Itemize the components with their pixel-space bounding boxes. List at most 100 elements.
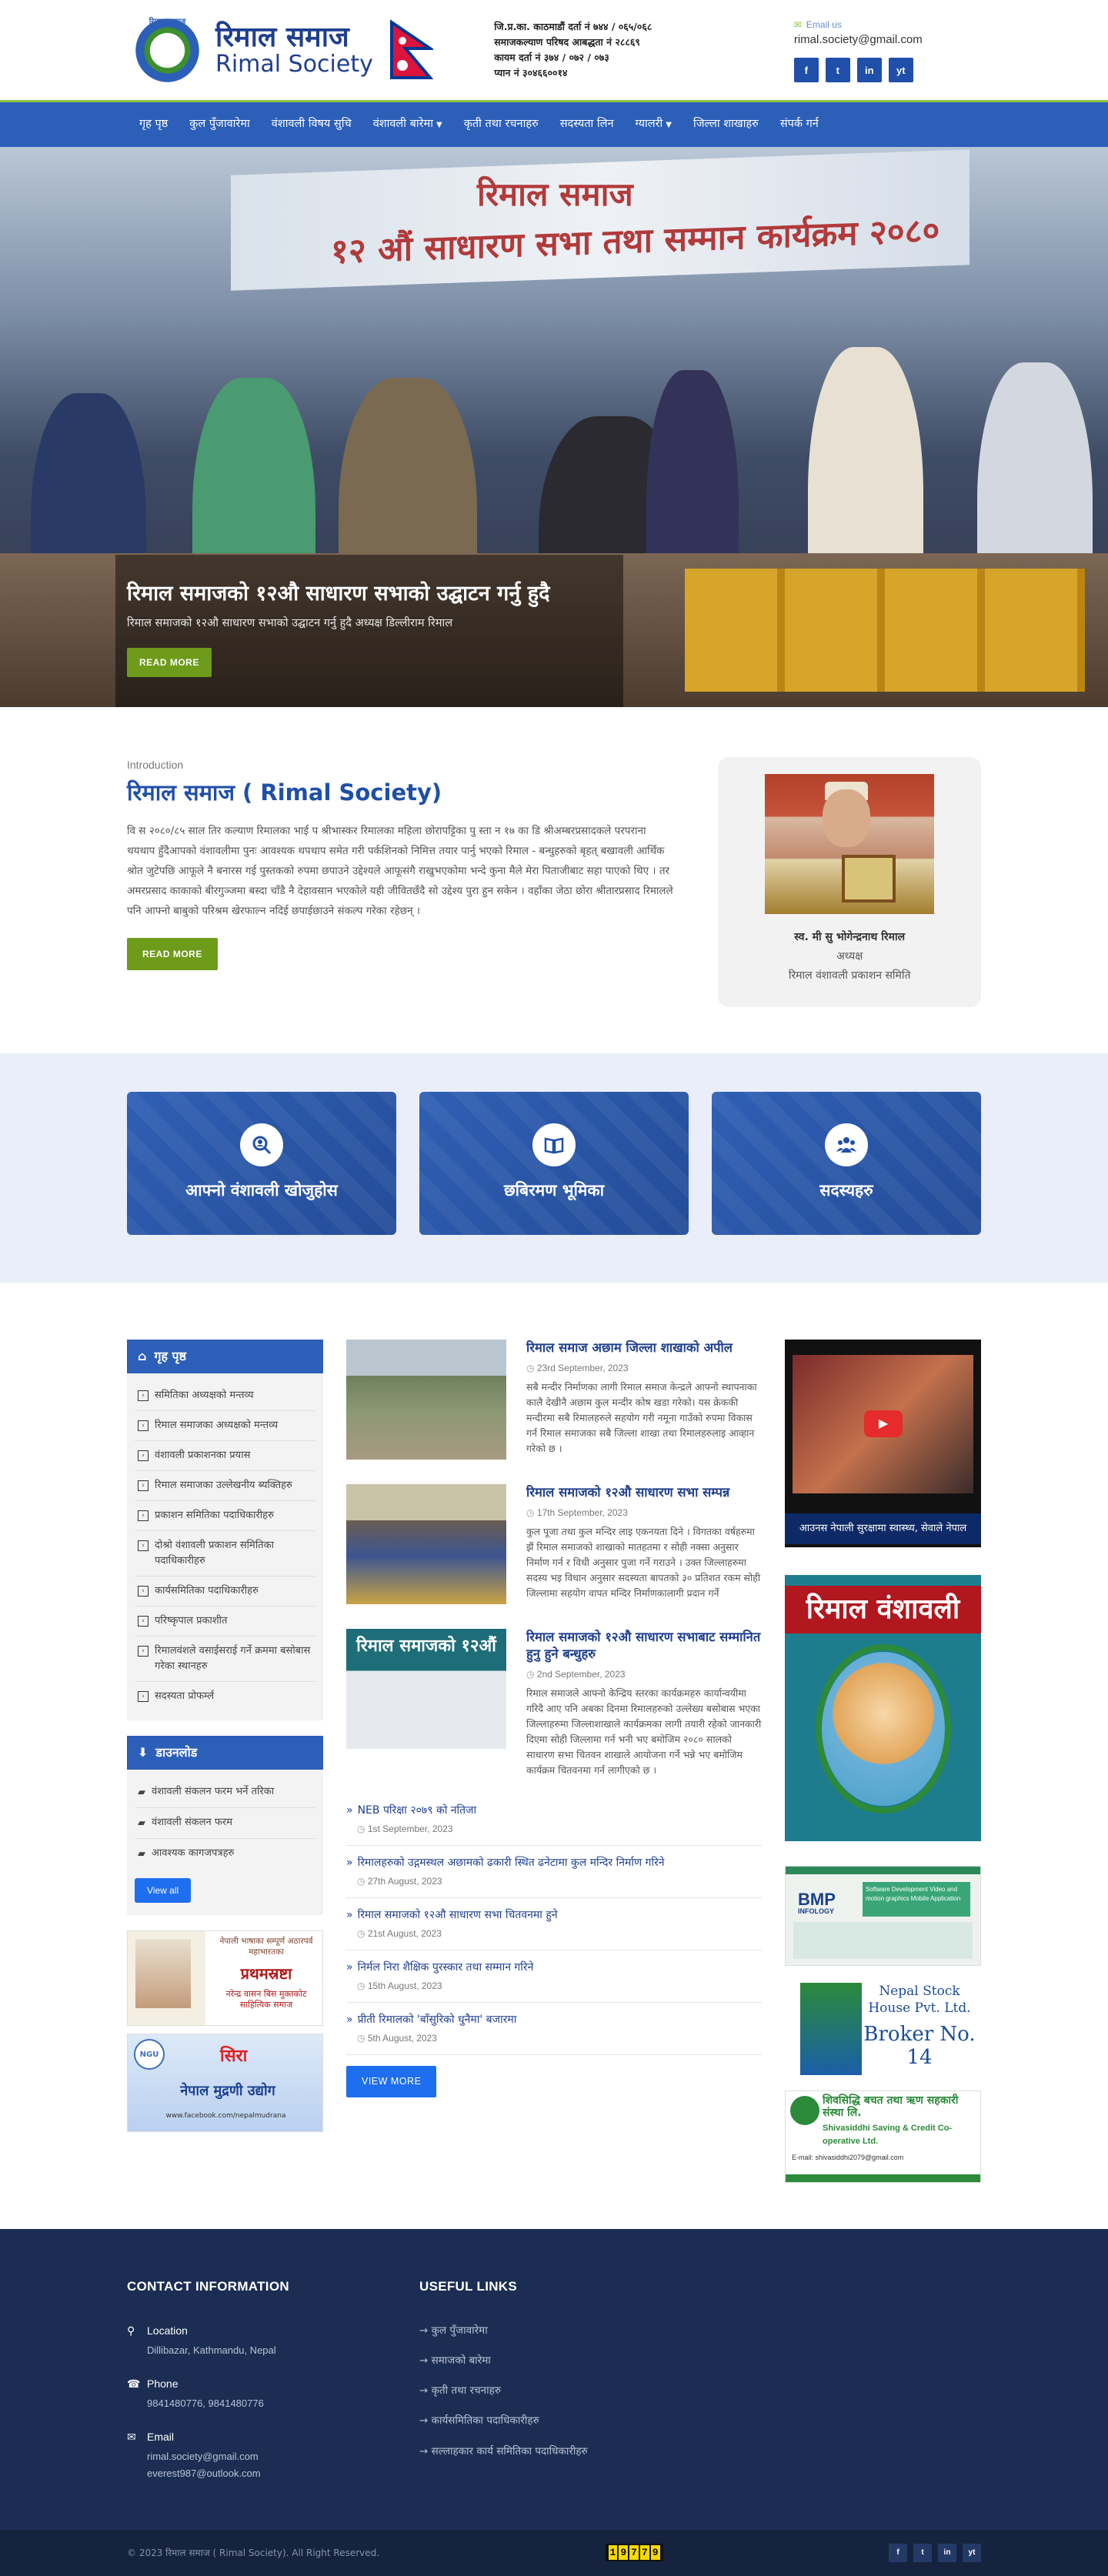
envelope-icon: ✉ <box>793 18 802 30</box>
sidebar-link-label: सदस्यता प्रोफर्म्ल <box>155 1690 215 1702</box>
left-sidebar: ⌂ गृह पृष्ठ › समितिका अध्यक्षको मन्तव्य › रि… <box>127 1340 323 2198</box>
visitor-counter: 19779 <box>605 2543 663 2562</box>
footer-link[interactable]: कृती तथा रचनाहरु <box>419 2383 712 2398</box>
advert-bmp-infology[interactable]: BMP INFOLOGY Software Development Video … <box>785 1866 981 1966</box>
news-post-title[interactable]: रिमाल समाजको १२औ साधारण सभा सम्पन्न <box>526 1485 729 1500</box>
chevron-down-icon: ▼ <box>666 120 672 129</box>
nav-item-kul-puja[interactable]: कुल पुँजावारेमा <box>179 102 261 147</box>
sidebar-link[interactable]: › रिमाल समाजका अध्यक्षको मन्तव्य <box>135 1411 315 1441</box>
advert-title: Shivasiddhi Saving & Credit Co-operative… <box>823 2124 953 2146</box>
logo-text-en: Rimal Society <box>215 51 373 78</box>
twitter-icon[interactable]: t <box>913 2543 932 2562</box>
chevron-right-icon: › <box>138 1691 149 1702</box>
hero-read-more-button[interactable]: READ MORE <box>127 648 212 678</box>
sidebar-link[interactable]: › वंशावली प्रकाशनका प्रयास <box>135 1441 315 1471</box>
footer-link[interactable]: सल्लाहकार कार्य समितिका पदाधिकारीहरु <box>419 2444 712 2459</box>
twitter-icon[interactable]: t <box>825 58 850 83</box>
site-logo[interactable]: रिमाल समाज रिमाल समाज Rimal Society <box>127 9 479 91</box>
news-list-title[interactable]: निर्मल निरा शैक्षिक पुरस्कार तथा सम्मान … <box>346 1960 762 1976</box>
sidebar-link[interactable]: › रिमालवंशले वसाईसराई गर्ने क्रममा बसोबास… <box>135 1637 315 1682</box>
news-list-title[interactable]: रिमालहरुको उद्गमस्थल अछामको ढकारी स्थित … <box>346 1855 762 1871</box>
nav-item-about-vanshawali[interactable]: वंशावली बारेमा ▼ <box>362 102 453 147</box>
news-post-title[interactable]: रिमाल समाजको १२औ साधारण सभाबाट सम्मानित … <box>526 1630 760 1661</box>
footer-phone: 9841480776, 9841480776 <box>147 2397 264 2409</box>
site-header: रिमाल समाज रिमाल समाज Rimal Society जि.प… <box>0 0 1108 147</box>
download-link[interactable]: ▰ आवश्यक कागजपत्रहरु <box>135 1839 315 1869</box>
book-cover-vanshawali[interactable]: रिमाल वंशावली <box>785 1575 981 1841</box>
nav-item-vanshawali-index[interactable]: वंशावली विषय सुचि <box>261 102 362 147</box>
advert-mahabharat[interactable]: नेपाली भाषाका सम्पूर्ण अठारपर्व महाभारतक… <box>127 1930 323 2026</box>
sidebar-link[interactable]: › समितिका अध्यक्षको मन्तव्य <box>135 1381 315 1411</box>
feature-section: आफ्नो वंशावली खोजुहोस छबिरमण भूमिका सदस्… <box>0 1053 1108 1283</box>
download-link[interactable]: ▰ वंशावली संकलन फरम भर्ने तरिका <box>135 1777 315 1808</box>
news-list-title[interactable]: NEB परिक्षा २०७९ को नतिजा <box>346 1803 762 1819</box>
facebook-icon[interactable]: f <box>889 2543 907 2562</box>
nav-item-membership[interactable]: सदस्यता लिन <box>549 102 625 147</box>
nav-item-contact[interactable]: संपर्क गर्न <box>769 102 829 147</box>
news-thumbnail[interactable] <box>346 1340 506 1460</box>
linkedin-icon[interactable]: in <box>856 58 882 83</box>
facebook-icon[interactable]: f <box>793 58 819 83</box>
chairman-name: स्व. मी सु भोगेन्द्रनाथ रिमाल <box>794 931 906 943</box>
video-embed[interactable]: ▶ आउनस नेपाली सुरक्षामा स्वास्थ्य, सेवाल… <box>785 1340 981 1547</box>
view-more-button[interactable]: VIEW MORE <box>346 2066 437 2097</box>
download-view-all-button[interactable]: View all <box>135 1878 192 1903</box>
news-thumbnail[interactable]: रिमाल समाजको १२औं <box>346 1629 506 1749</box>
nav-item-district-branches[interactable]: जिल्ला शाखाहरु <box>682 102 769 147</box>
header-email-link[interactable]: rimal.society@gmail.com <box>794 33 923 46</box>
feature-card-introduction[interactable]: छबिरमण भूमिका <box>419 1092 689 1235</box>
sidebar-link[interactable]: › प्रकाशन समितिका पदाधिकारीहरु <box>135 1501 315 1531</box>
feature-card-members[interactable]: सदस्यहरु <box>712 1092 981 1235</box>
linkedin-icon[interactable]: in <box>938 2543 956 2562</box>
intro-title: रिमाल समाज ( Rimal Society) <box>127 779 442 806</box>
youtube-icon[interactable]: yt <box>963 2543 981 2562</box>
intro-eyebrow: Introduction <box>127 759 184 771</box>
footer-link[interactable]: कुल पुँजावारेमा <box>419 2323 712 2338</box>
nav-item-gallery[interactable]: ग्यालरी ▼ <box>625 102 682 147</box>
advert-title: प्रथमस्रष्टा <box>240 1964 292 1983</box>
news-post-title[interactable]: रिमाल समाज अछाम जिल्ला शाखाको अपील <box>526 1340 733 1355</box>
advert-printing[interactable]: NGU सिरा नेपाल मुद्रणी उद्योग www.facebo… <box>127 2034 323 2132</box>
news-list-item: NEB परिक्षा २०७९ को नतिजा 1st September, … <box>346 1803 762 1846</box>
footer-link[interactable]: समाजको बारेमा <box>419 2353 712 2368</box>
copyright-text: © 2023 रिमाल समाज ( Rimal Society). All … <box>127 2547 380 2558</box>
feature-card-label: छबिरमण भूमिका <box>503 1181 605 1200</box>
sidebar-link[interactable]: › रिमाल समाजका उल्लेखनीय ब्यक्तिहरु <box>135 1471 315 1501</box>
play-icon[interactable]: ▶ <box>864 1410 903 1437</box>
advert-nepal-stock-house[interactable]: Nepal Stock House Pvt. Ltd. Broker No. 1… <box>785 1977 981 2083</box>
intro-read-more-button[interactable]: READ MORE <box>127 937 218 970</box>
news-list-title[interactable]: प्रीती रिमालको 'बाँसुरिको धुनैमा' बजारमा <box>346 2012 762 2028</box>
users-icon <box>825 1123 868 1167</box>
news-post-date: 23rd September, 2023 <box>526 1361 762 1375</box>
advert-text: Broker No. 14 <box>863 2023 976 2069</box>
sidebar-link[interactable]: › दोश्रो वंशावली प्रकाशन समितिका पदाधिकार… <box>135 1531 315 1577</box>
news-list-item: प्रीती रिमालको 'बाँसुरिको धुनैमा' बजारमा… <box>346 2003 762 2055</box>
hero-caption: रिमाल समाजको १२औ साधारण सभाको उद्घाटन गर… <box>127 582 619 678</box>
download-link[interactable]: ▰ वंशावली संकलन फरम <box>135 1808 315 1839</box>
chevron-right-icon: › <box>138 1646 149 1657</box>
news-list-title[interactable]: रिमाल समाजको १२औ साधारण सभा चितवनमा हुने <box>346 1907 762 1924</box>
feature-card-search-vanshawali[interactable]: आफ्नो वंशावली खोजुहोस <box>127 1092 396 1235</box>
footer-location: Dillibazar, Kathmandu, Nepal <box>147 2344 276 2356</box>
footer-email-link[interactable]: everest987@outlook.com <box>147 2468 261 2479</box>
search-user-icon <box>240 1123 283 1167</box>
advert-tag: INFOLOGY <box>798 1907 834 1915</box>
youtube-icon[interactable]: yt <box>888 58 913 83</box>
news-thumbnail[interactable] <box>346 1484 506 1604</box>
chevron-right-icon: › <box>138 1510 149 1521</box>
footer-email-link[interactable]: rimal.society@gmail.com <box>147 2451 259 2462</box>
nav-item-home[interactable]: गृह पृष्ठ <box>127 102 179 147</box>
nsh-logo-icon <box>800 1983 862 2075</box>
advert-shivasiddhi[interactable]: शिवसिद्धि बचत तथा ऋण सहकारी संस्था लि. S… <box>785 2090 981 2183</box>
nav-item-works[interactable]: कृती तथा रचनाहरु <box>453 102 549 147</box>
sidebar-link[interactable]: › परिष्कृपाल प्रकाशीत <box>135 1607 315 1637</box>
advert-text: E-mail: shivasiddhi2079@gmail.com <box>792 2154 904 2161</box>
news-list-item: रिमाल समाजको १२औ साधारण सभा चितवनमा हुने… <box>346 1898 762 1950</box>
footer-contact: CONTACT INFORMATION ⚲ Location Dillibazar… <box>127 2277 419 2499</box>
book-sage-illustration <box>822 1652 945 1806</box>
sidebar-link[interactable]: › सदस्यता प्रोफर्म्ल <box>135 1682 315 1711</box>
footer-link[interactable]: कार्यसमितिका पदाधिकारीहरु <box>419 2413 712 2428</box>
news-list-item: निर्मल निरा शैक्षिक पुरस्कार तथा सम्मान … <box>346 1950 762 2003</box>
sidebar-link[interactable]: › कार्यसमितिका पदाधिकारीहरु <box>135 1577 315 1607</box>
chevron-right-icon: › <box>138 1540 149 1551</box>
